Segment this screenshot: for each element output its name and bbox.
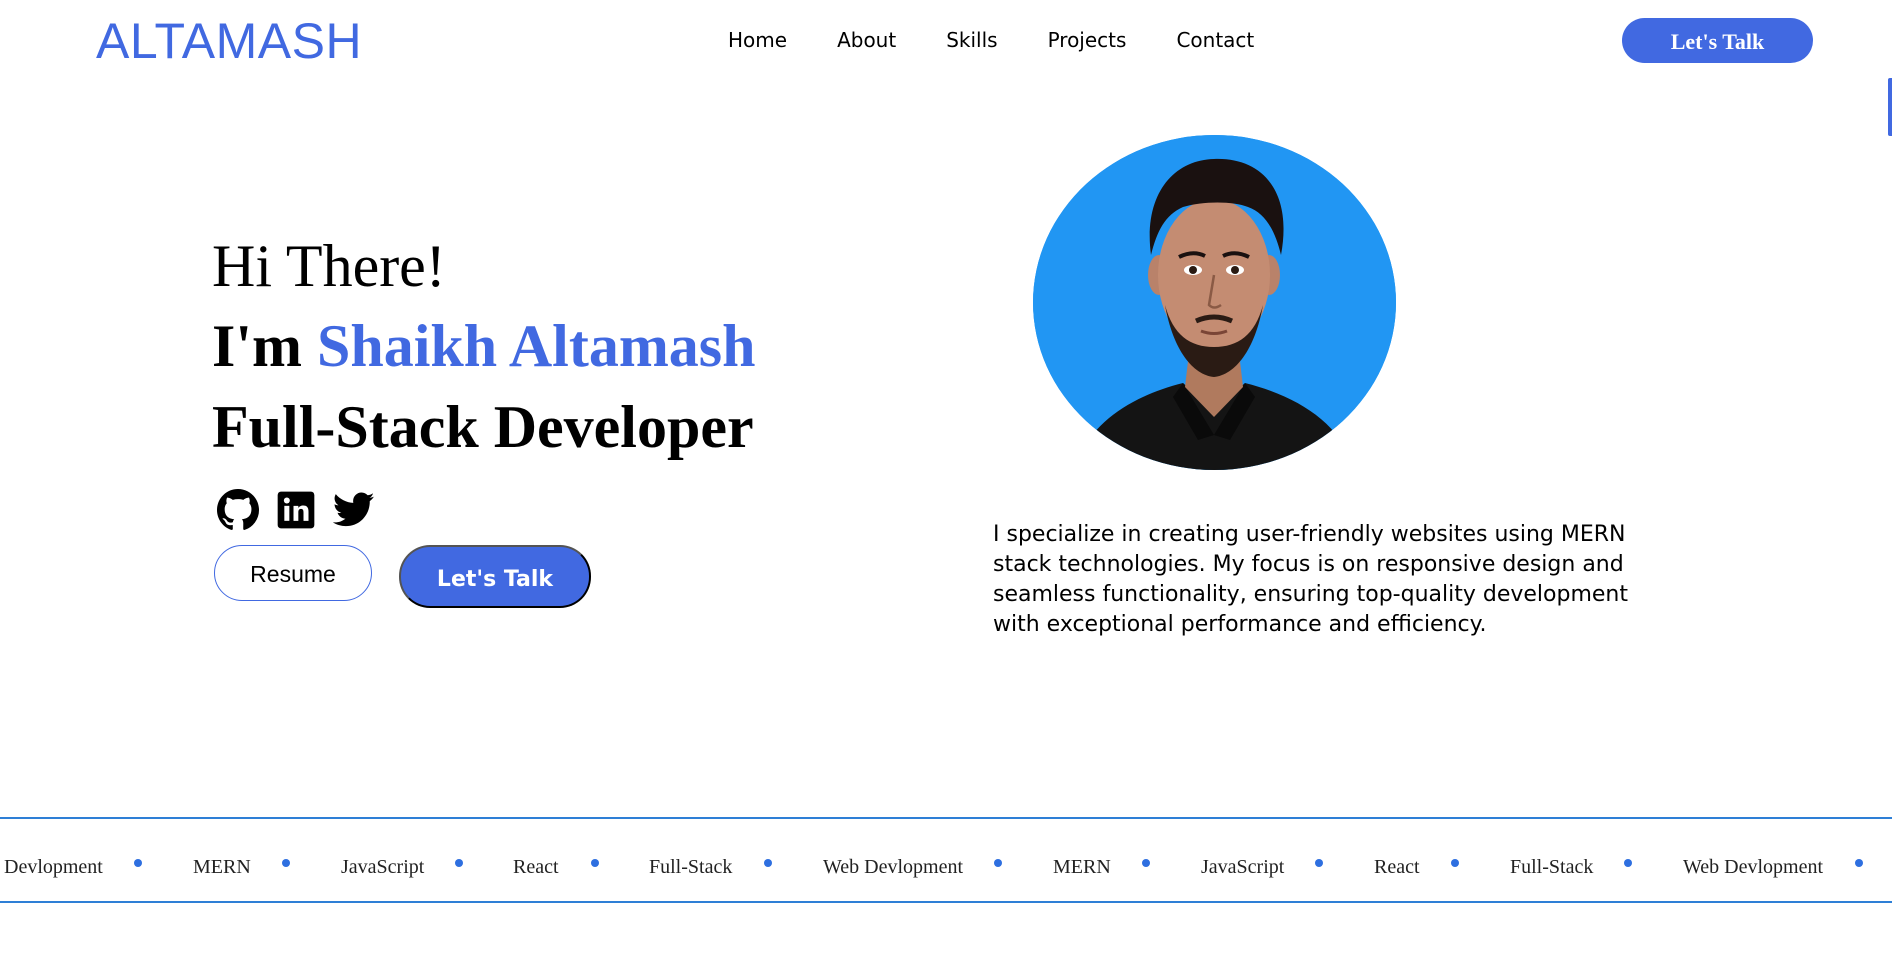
brand-logo[interactable]: ALTAMASH <box>96 12 362 70</box>
marquee-dot <box>1142 859 1150 867</box>
marquee-item: Devlopment <box>4 856 103 878</box>
marquee-item: MERN <box>193 856 251 878</box>
marquee-item: Web Devlopment <box>823 856 964 878</box>
marquee-item: MERN <box>1053 856 1111 878</box>
marquee-dot <box>1451 859 1459 867</box>
hero-role: Full-Stack Developer <box>212 394 754 460</box>
nav-links: Home About Skills Projects Contact <box>728 27 1254 53</box>
nav-lets-talk-button[interactable]: Let's Talk <box>1622 18 1813 63</box>
edge-tab[interactable] <box>1888 78 1892 136</box>
marquee-item: Full-Stack <box>1510 856 1594 878</box>
resume-button[interactable]: Resume <box>214 545 372 601</box>
hero-greeting: Hi There! <box>212 233 446 299</box>
bio-text: I specialize in creating user-friendly w… <box>993 522 1628 637</box>
linkedin-icon[interactable] <box>274 488 318 532</box>
marquee-dot <box>1624 859 1632 867</box>
marquee-dot <box>994 859 1002 867</box>
marquee-dot <box>1855 859 1863 867</box>
marquee-dot <box>455 859 463 867</box>
nav-link-skills[interactable]: Skills <box>946 27 997 53</box>
marquee-dot <box>134 859 142 867</box>
marquee-item: JavaScript <box>1201 856 1285 878</box>
marquee-item: Web Devlopment <box>1683 856 1824 878</box>
marquee-item: JavaScript <box>341 856 425 878</box>
marquee-dot <box>282 859 290 867</box>
nav-link-home[interactable]: Home <box>728 27 787 53</box>
marquee-item: React <box>513 856 559 878</box>
skills-marquee: Devlopment MERN JavaScript React Full-Stack W… <box>0 817 1892 903</box>
marquee-dot <box>1315 859 1323 867</box>
hero-lets-talk-button[interactable]: Let's Talk <box>399 545 591 608</box>
marquee-item: Full-Stack <box>649 856 733 878</box>
marquee-dot <box>764 859 772 867</box>
intro-prefix: I'm <box>212 313 317 379</box>
social-links <box>216 488 376 532</box>
top-navigation: ALTAMASH Home About Skills Projects Cont… <box>0 0 1892 80</box>
github-icon[interactable] <box>216 488 260 532</box>
nav-link-about[interactable]: About <box>837 27 896 53</box>
marquee-dot <box>591 859 599 867</box>
twitter-icon[interactable] <box>332 488 376 532</box>
hero-intro: I'm Shaikh Altamash <box>212 312 756 380</box>
nav-link-projects[interactable]: Projects <box>1048 27 1127 53</box>
nav-link-contact[interactable]: Contact <box>1176 27 1254 53</box>
hero-name: Shaikh Altamash <box>317 313 756 379</box>
profile-avatar <box>1033 135 1396 470</box>
marquee-item: React <box>1374 856 1420 878</box>
